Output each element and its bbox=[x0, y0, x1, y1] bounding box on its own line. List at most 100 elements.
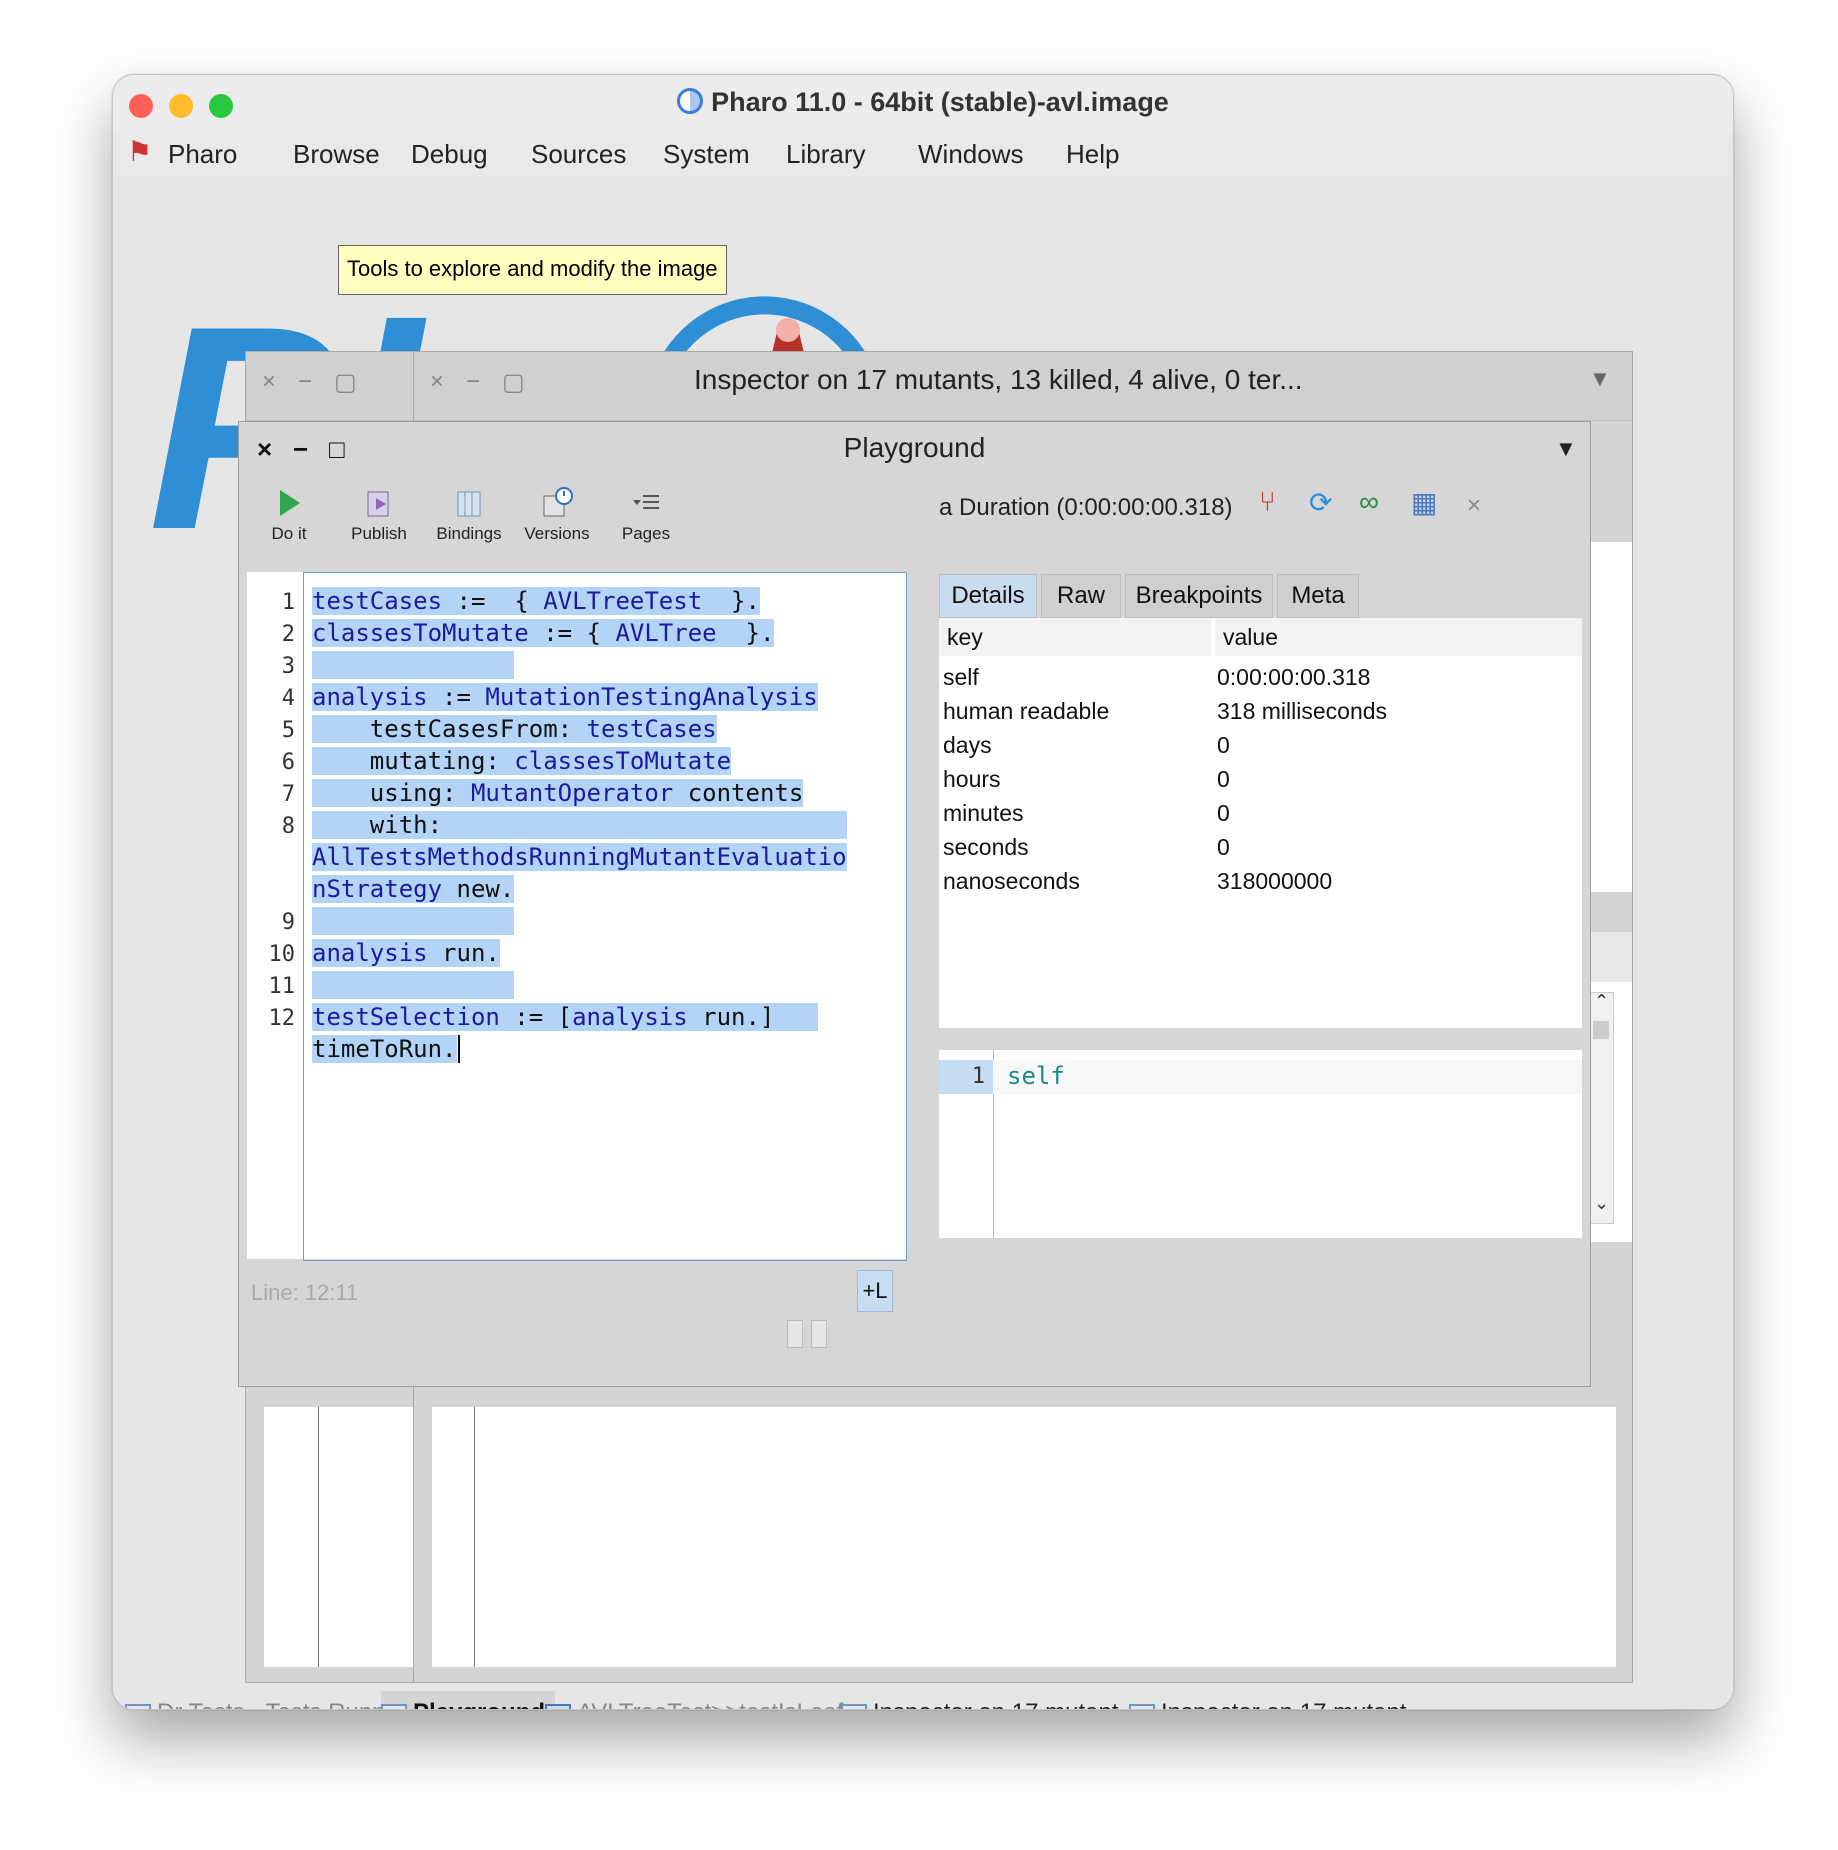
minimize-icon[interactable]: − bbox=[298, 368, 312, 396]
code-line bbox=[312, 905, 515, 937]
row-value[interactable]: 318 milliseconds bbox=[1217, 698, 1387, 725]
scrollbar[interactable]: ⌃ ⌄ bbox=[1590, 991, 1614, 1224]
line-number: 4 bbox=[281, 686, 295, 711]
code-line: testCasesFrom: testCases bbox=[312, 715, 717, 743]
window-icon bbox=[125, 1704, 151, 1709]
pharo-app-icon bbox=[677, 88, 704, 114]
menu-help[interactable]: Help bbox=[1066, 139, 1119, 170]
inspector-object-header: a Duration (0:00:00:00.318) bbox=[939, 494, 1233, 521]
line-number: 9 bbox=[281, 910, 295, 935]
divider bbox=[318, 1407, 319, 1667]
menu-library[interactable]: Library bbox=[786, 139, 865, 170]
pharo-lighthouse-icon[interactable]: ⚑ bbox=[127, 135, 152, 168]
task-label: Dr Tests - Tests Runner bbox=[157, 1699, 407, 1709]
pages-label: Pages bbox=[621, 524, 671, 543]
close-icon[interactable]: × bbox=[430, 368, 444, 396]
tab-raw[interactable]: Raw bbox=[1041, 574, 1121, 618]
column-header-value[interactable]: value bbox=[1215, 618, 1582, 656]
window-title-text: Pharo 11.0 - 64bit (stable)-avl.image bbox=[711, 87, 1169, 117]
scrollbar-thumb[interactable] bbox=[1593, 1021, 1609, 1039]
line-numbers-toggle-button[interactable]: +L bbox=[857, 1270, 893, 1312]
branch-icon[interactable]: ⑂ bbox=[1259, 486, 1276, 518]
tab-details[interactable]: Details bbox=[939, 574, 1037, 618]
eval-line-number: 1 bbox=[939, 1060, 993, 1094]
tab-breakpoints[interactable]: Breakpoints bbox=[1125, 574, 1273, 618]
maximize-icon[interactable]: ▢ bbox=[334, 368, 357, 397]
task-inspector-1[interactable]: Inspector on 17 mutant... bbox=[841, 1691, 1149, 1709]
row-key[interactable]: self bbox=[943, 664, 979, 691]
chevron-down-icon[interactable]: ▼ bbox=[1555, 436, 1577, 462]
task-label: Inspector on 17 mutant... bbox=[1161, 1699, 1427, 1709]
task-playground[interactable]: Playground bbox=[381, 1691, 556, 1709]
line-number: 7 bbox=[281, 782, 295, 807]
scroll-up-icon[interactable]: ⌃ bbox=[1594, 991, 1609, 1012]
menu-sources[interactable]: Sources bbox=[531, 139, 626, 170]
line-number-gutter: 1 2 3 4 5 6 7 8 9 10 11 12 bbox=[247, 572, 304, 1259]
menu-tooltip: Tools to explore and modify the image bbox=[338, 245, 727, 295]
code-line bbox=[312, 649, 515, 681]
inspect-table-icon[interactable]: ▦ bbox=[1411, 486, 1437, 519]
task-avltreetest-testisleaf[interactable]: AVLTreeTest>>testIsLeaf bbox=[545, 1691, 853, 1709]
bindings-button[interactable]: Bindings bbox=[429, 486, 509, 544]
inspector-table: key value self 0:00:00:00.318 human read… bbox=[939, 618, 1582, 1028]
publish-icon bbox=[367, 491, 389, 517]
pages-button[interactable]: Pages bbox=[606, 486, 686, 544]
row-key[interactable]: seconds bbox=[943, 834, 1029, 861]
task-label: AVLTreeTest>>testIsLeaf bbox=[577, 1699, 843, 1709]
row-key[interactable]: human readable bbox=[943, 698, 1109, 725]
scroll-down-icon[interactable]: ⌄ bbox=[1594, 1193, 1609, 1214]
pharo-app-window: Pharo 11.0 - 64bit (stable)-avl.image ⚑ … bbox=[112, 74, 1734, 1710]
pane-splitter-handle[interactable] bbox=[787, 1320, 803, 1348]
publish-button[interactable]: Publish bbox=[339, 486, 419, 544]
task-dr-tests[interactable]: Dr Tests - Tests Runner bbox=[125, 1691, 417, 1709]
line-number: 3 bbox=[281, 654, 295, 679]
row-key[interactable]: minutes bbox=[943, 800, 1024, 827]
code-line: timeToRun. bbox=[312, 1033, 460, 1065]
maximize-icon[interactable]: ▢ bbox=[502, 368, 525, 397]
row-value[interactable]: 0 bbox=[1217, 800, 1230, 827]
do-it-button[interactable]: Do it bbox=[249, 486, 329, 544]
chevron-down-icon[interactable]: ▼ bbox=[1589, 366, 1611, 392]
task-inspector-2[interactable]: Inspector on 17 mutant... bbox=[1129, 1691, 1437, 1709]
bindings-icon bbox=[457, 491, 481, 517]
pharo-world: ⚑ Pharo Browse Debug Sources System Libr… bbox=[113, 133, 1733, 1709]
line-number: 10 bbox=[268, 942, 296, 967]
versions-button[interactable]: Versions bbox=[517, 486, 597, 544]
tab-meta[interactable]: Meta bbox=[1277, 574, 1359, 618]
refresh-icon[interactable]: ⟳ bbox=[1309, 486, 1332, 519]
column-header-key[interactable]: key bbox=[939, 618, 1211, 656]
eval-code[interactable]: self bbox=[1007, 1062, 1065, 1090]
code-line: using: MutantOperator contents bbox=[312, 779, 804, 807]
window-icon bbox=[381, 1704, 407, 1709]
row-value[interactable]: 0 bbox=[1217, 732, 1230, 759]
code-line: AllTestsMethodsRunningMutantEvaluatio bbox=[312, 843, 847, 871]
window-titlebar: Pharo 11.0 - 64bit (stable)-avl.image bbox=[113, 75, 1733, 134]
publish-label: Publish bbox=[351, 524, 407, 543]
code-text-area[interactable]: testCases := { AVLTreeTest }. classesToM… bbox=[303, 572, 907, 1261]
inspector-window-title: Inspector on 17 mutants, 13 killed, 4 al… bbox=[694, 364, 1303, 395]
close-icon[interactable]: × bbox=[262, 368, 276, 396]
row-value[interactable]: 0 bbox=[1217, 834, 1230, 861]
menu-system[interactable]: System bbox=[663, 139, 750, 170]
menu-windows[interactable]: Windows bbox=[918, 139, 1023, 170]
row-key[interactable]: hours bbox=[943, 766, 1001, 793]
row-key[interactable]: days bbox=[943, 732, 992, 759]
pane-splitter-handle[interactable] bbox=[811, 1320, 827, 1348]
menu-pharo[interactable]: Pharo bbox=[168, 139, 237, 170]
versions-label: Versions bbox=[524, 524, 590, 543]
glasses-icon[interactable]: ∞ bbox=[1359, 486, 1379, 518]
line-number: 8 bbox=[281, 814, 295, 839]
code-editor[interactable]: 1 2 3 4 5 6 7 8 9 10 11 12 testCases := … bbox=[247, 572, 907, 1261]
row-key[interactable]: nanoseconds bbox=[943, 868, 1080, 895]
row-value[interactable]: 0:00:00:00.318 bbox=[1217, 664, 1370, 691]
close-icon[interactable]: × bbox=[1467, 492, 1481, 520]
inspector-eval-pane[interactable]: 1 self bbox=[939, 1050, 1582, 1238]
playground-window: × − □ Playground ▼ Do it Publish Binding… bbox=[238, 421, 1591, 1387]
menu-debug[interactable]: Debug bbox=[411, 139, 488, 170]
row-value[interactable]: 318000000 bbox=[1217, 868, 1332, 895]
menu-browse[interactable]: Browse bbox=[293, 139, 380, 170]
minimize-icon[interactable]: − bbox=[466, 368, 480, 396]
row-value[interactable]: 0 bbox=[1217, 766, 1230, 793]
playground-title: Playground bbox=[843, 432, 986, 463]
menubar: ⚑ Pharo Browse Debug Sources System Libr… bbox=[113, 133, 1733, 177]
